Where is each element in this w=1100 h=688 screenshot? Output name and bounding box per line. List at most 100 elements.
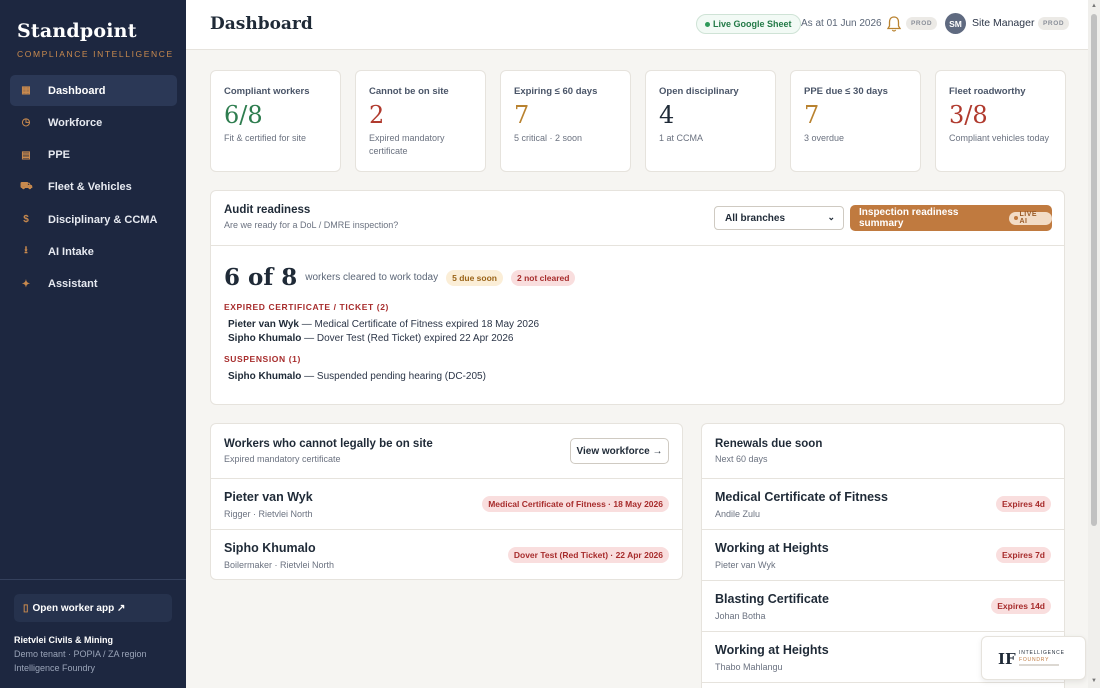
table-row[interactable]: Pieter van Wyk Rigger · Rietvlei North M… bbox=[211, 479, 682, 530]
audit-subtitle: Are we ready for a DoL / DMRE inspection… bbox=[224, 220, 399, 230]
kpi-value: 7 bbox=[514, 101, 530, 129]
group-title-suspension: SUSPENSION (1) bbox=[224, 354, 301, 364]
kpi-card-cannot-be-on-site[interactable]: Cannot be on site 2 Expired mandatory ce… bbox=[355, 70, 486, 172]
live-sheet-badge[interactable]: Live Google Sheet bbox=[696, 14, 801, 34]
avatar[interactable]: SM bbox=[945, 13, 966, 34]
group-title-expired: EXPIRED CERTIFICATE / TICKET (2) bbox=[224, 302, 389, 312]
kpi-sub: 3 overdue bbox=[804, 133, 845, 143]
panel-title: Renewals due soon bbox=[715, 438, 823, 450]
user-name[interactable]: Site Manager bbox=[972, 17, 1034, 29]
status-dot-icon bbox=[705, 21, 710, 27]
live-ai-badge: LIVE AI bbox=[1008, 211, 1052, 225]
audit-title: Audit readiness bbox=[224, 204, 311, 216]
chevron-down-icon: ⌄ bbox=[827, 212, 835, 222]
kpi-card-fleet[interactable]: Fleet roadworthy 3/8 Compliant vehicles … bbox=[935, 70, 1066, 172]
scroll-down-icon[interactable]: ▼ bbox=[1091, 678, 1097, 684]
sidebar-item-disciplinary[interactable]: $ Disciplinary & CCMA bbox=[10, 204, 177, 235]
kpi-label: Cannot be on site bbox=[369, 86, 449, 97]
sidebar-item-workforce[interactable]: ◷ Workforce bbox=[10, 107, 177, 138]
renewal-title: Working at Heights bbox=[715, 541, 829, 555]
renewal-worker: Pieter van Wyk bbox=[715, 560, 776, 570]
audit-readiness-panel: Audit readiness Are we ready for a DoL /… bbox=[210, 190, 1065, 405]
cleared-summary: 6 of 8 workers cleared to work today 5 d… bbox=[224, 264, 576, 291]
page-scrollbar[interactable]: ▲ ▼ bbox=[1088, 0, 1100, 688]
renewal-title: Medical Certificate of Fitness bbox=[715, 490, 888, 504]
branch-select[interactable]: All branches ⌄ bbox=[714, 206, 844, 230]
sidebar-item-dashboard[interactable]: ▦ Dashboard bbox=[10, 75, 177, 106]
kpi-sub: 1 at CCMA bbox=[659, 133, 704, 143]
expiry-badge: Expires 7d bbox=[996, 547, 1051, 563]
kpi-card-disciplinary[interactable]: Open disciplinary 4 1 at CCMA bbox=[645, 70, 776, 172]
panel-subtitle: Next 60 days bbox=[715, 454, 768, 464]
view-workforce-button[interactable]: View workforce → bbox=[570, 438, 669, 464]
kpi-card-expiring[interactable]: Expiring ≤ 60 days 7 5 critical · 2 soon bbox=[500, 70, 631, 172]
inspection-summary-button[interactable]: Inspection readiness summary LIVE AI bbox=[850, 205, 1052, 231]
sidebar-item-ai-intake[interactable]: ⭳ AI Intake bbox=[10, 236, 177, 267]
panel-header: Workers who cannot legally be on site Ex… bbox=[211, 424, 682, 479]
kpi-value: 2 bbox=[369, 101, 385, 129]
user-env-badge: PROD bbox=[1038, 17, 1070, 30]
live-sheet-label: Live Google Sheet bbox=[713, 19, 792, 29]
panel-title: Workers who cannot legally be on site bbox=[224, 438, 433, 450]
sidebar-divider bbox=[0, 579, 186, 580]
worker-app-label: Open worker app ↗ bbox=[32, 602, 126, 614]
phone-icon: ▯ bbox=[23, 602, 29, 614]
brand-name: Standpoint bbox=[17, 20, 137, 42]
list-item[interactable]: Working at Heights Pieter van Wyk Expire… bbox=[702, 530, 1064, 581]
intelligence-foundry-logo[interactable]: IF INTELLIGENCE FOUNDRY bbox=[981, 636, 1086, 680]
sidebar-item-assistant[interactable]: ✦ Assistant bbox=[10, 269, 177, 300]
panel-title-group: Renewals due soon Next 60 days bbox=[715, 438, 822, 464]
kpi-card-compliant[interactable]: Compliant workers 6/8 Fit & certified fo… bbox=[210, 70, 341, 172]
sidebar-item-label: Assistant bbox=[48, 278, 98, 291]
kpi-value: 6/8 bbox=[224, 101, 263, 129]
renewal-title: Working at Heights bbox=[715, 643, 829, 657]
sidebar-item-fleet[interactable]: ⛟ Fleet & Vehicles bbox=[10, 172, 177, 203]
renewal-worker: Andile Zulu bbox=[715, 509, 761, 519]
list-item: Sipho Khumalo — Dover Test (Red Ticket) … bbox=[228, 333, 513, 344]
tenant-meta: Demo tenant · POPIA / ZA region bbox=[14, 649, 147, 659]
brand-tagline: COMPLIANCE INTELLIGENCE bbox=[17, 49, 174, 59]
page-title: Dashboard bbox=[210, 14, 313, 34]
status-dot-icon bbox=[1013, 216, 1018, 220]
logo-line-1: INTELLIGENCE bbox=[1019, 650, 1065, 656]
table-row[interactable]: Sipho Khumalo Boilermaker · Rietvlei Nor… bbox=[211, 530, 682, 579]
sidebar-item-ppe[interactable]: ▤ PPE bbox=[10, 140, 177, 171]
open-worker-app-button[interactable]: ▯ Open worker app ↗ bbox=[14, 594, 172, 622]
audit-header: Audit readiness Are we ready for a DoL /… bbox=[211, 191, 1064, 246]
worker-name: Pieter van Wyk bbox=[228, 319, 299, 330]
as-at-date: As at 01 Jun 2026 bbox=[801, 18, 882, 29]
renewal-worker: Thabo Mahlangu bbox=[715, 662, 783, 672]
renewal-title: Blasting Certificate bbox=[715, 592, 829, 606]
bell-icon[interactable] bbox=[886, 15, 902, 33]
kpi-value: 7 bbox=[804, 101, 820, 129]
kpi-label: Compliant workers bbox=[224, 86, 310, 97]
not-cleared-chip: 2 not cleared bbox=[510, 269, 576, 286]
company-name: Intelligence Foundry bbox=[14, 663, 96, 673]
tenant-name: Rietvlei Civils & Mining bbox=[14, 635, 114, 645]
kpi-value: 4 bbox=[659, 101, 675, 129]
worker-meta: Boilermaker · Rietvlei North bbox=[224, 560, 335, 570]
scroll-up-icon[interactable]: ▲ bbox=[1091, 3, 1097, 9]
sidebar-item-label: Workforce bbox=[48, 116, 103, 129]
list-item[interactable]: Medical Certificate of Fitness Andile Zu… bbox=[702, 479, 1064, 530]
list-icon: ▤ bbox=[21, 149, 31, 161]
inspection-summary-label: Inspection readiness summary bbox=[859, 207, 959, 229]
kpi-card-ppe-due[interactable]: PPE due ≤ 30 days 7 3 overdue bbox=[790, 70, 921, 172]
dollar-icon: $ bbox=[23, 214, 29, 226]
list-item: Pieter van Wyk — Medical Certificate of … bbox=[228, 319, 539, 330]
worker-meta: Rigger · Rietvlei North bbox=[224, 509, 313, 519]
expiry-badge: Expires 14d bbox=[991, 598, 1051, 614]
audit-title-group: Audit readiness Are we ready for a DoL /… bbox=[224, 204, 398, 230]
grid-icon: ▦ bbox=[21, 85, 31, 96]
list-item[interactable]: Blasting Certificate Johan Botha Expires… bbox=[702, 581, 1064, 632]
truck-icon: ⛟ bbox=[20, 180, 33, 192]
issue-detail: — Suspended pending hearing (DC-205) bbox=[301, 371, 486, 382]
brand: Standpoint COMPLIANCE INTELLIGENCE bbox=[17, 20, 174, 59]
scroll-thumb[interactable] bbox=[1091, 14, 1097, 526]
tenant-info: Rietvlei Civils & Mining Demo tenant · P… bbox=[14, 633, 147, 675]
live-ai-label: LIVE AI bbox=[1019, 211, 1038, 225]
expiry-badge: Expires 4d bbox=[996, 496, 1051, 512]
env-badge: PROD bbox=[906, 17, 938, 30]
worker-name: Pieter van Wyk bbox=[224, 490, 313, 504]
top-header: Dashboard Live Google Sheet As at 01 Jun… bbox=[186, 0, 1088, 50]
